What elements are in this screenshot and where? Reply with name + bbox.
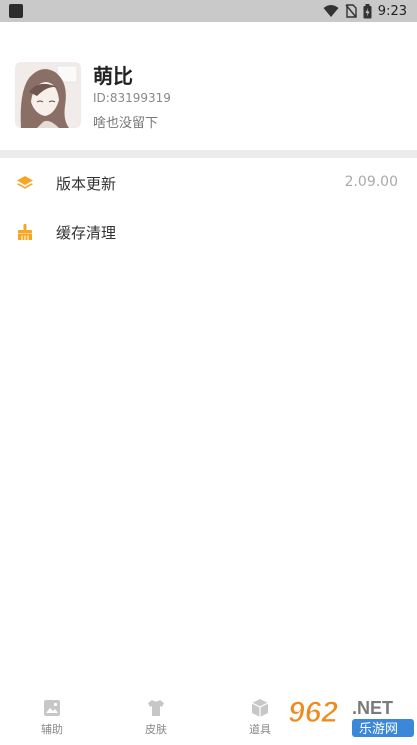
tab-label: 辅助 [41,723,63,736]
svg-text:.NET: .NET [352,698,393,718]
layers-icon [17,176,33,189]
tab-label: 皮肤 [145,723,167,736]
version-value: 2.09.00 [344,174,398,190]
user-name: 萌比 [93,64,133,88]
status-icons: 9:23 [323,3,407,19]
user-id: ID:83199319 [93,91,171,105]
avatar[interactable] [15,62,81,128]
status-bar: 9:23 [0,0,417,22]
wifi-icon [323,5,339,17]
image-icon [44,700,60,716]
svg-text:962: 962 [288,696,338,729]
cube-icon [251,699,269,717]
profile-header[interactable]: 萌比 ID:83199319 啥也没留下 [0,22,417,150]
app-notification-icon [9,4,23,18]
tab-skin[interactable]: 皮肤 [121,690,191,741]
tab-assist[interactable]: 辅助 [17,690,87,741]
status-time: 9:23 [377,3,407,19]
svg-text:乐游网: 乐游网 [359,722,398,737]
battery-charging-icon [363,3,372,18]
no-sim-icon [345,4,357,18]
shirt-icon [148,700,164,716]
menu-item-version-update[interactable]: 版本更新 2.09.00 [0,160,417,206]
section-divider [0,150,417,158]
menu-item-label: 缓存清理 [56,224,117,242]
site-watermark-logo: 962 .NET 乐游网 [282,690,417,741]
brush-icon [18,224,32,240]
user-signature: 啥也没留下 [93,116,159,131]
menu-item-cache-clear[interactable]: 缓存清理 [0,209,417,255]
menu-item-label: 版本更新 [56,175,117,193]
